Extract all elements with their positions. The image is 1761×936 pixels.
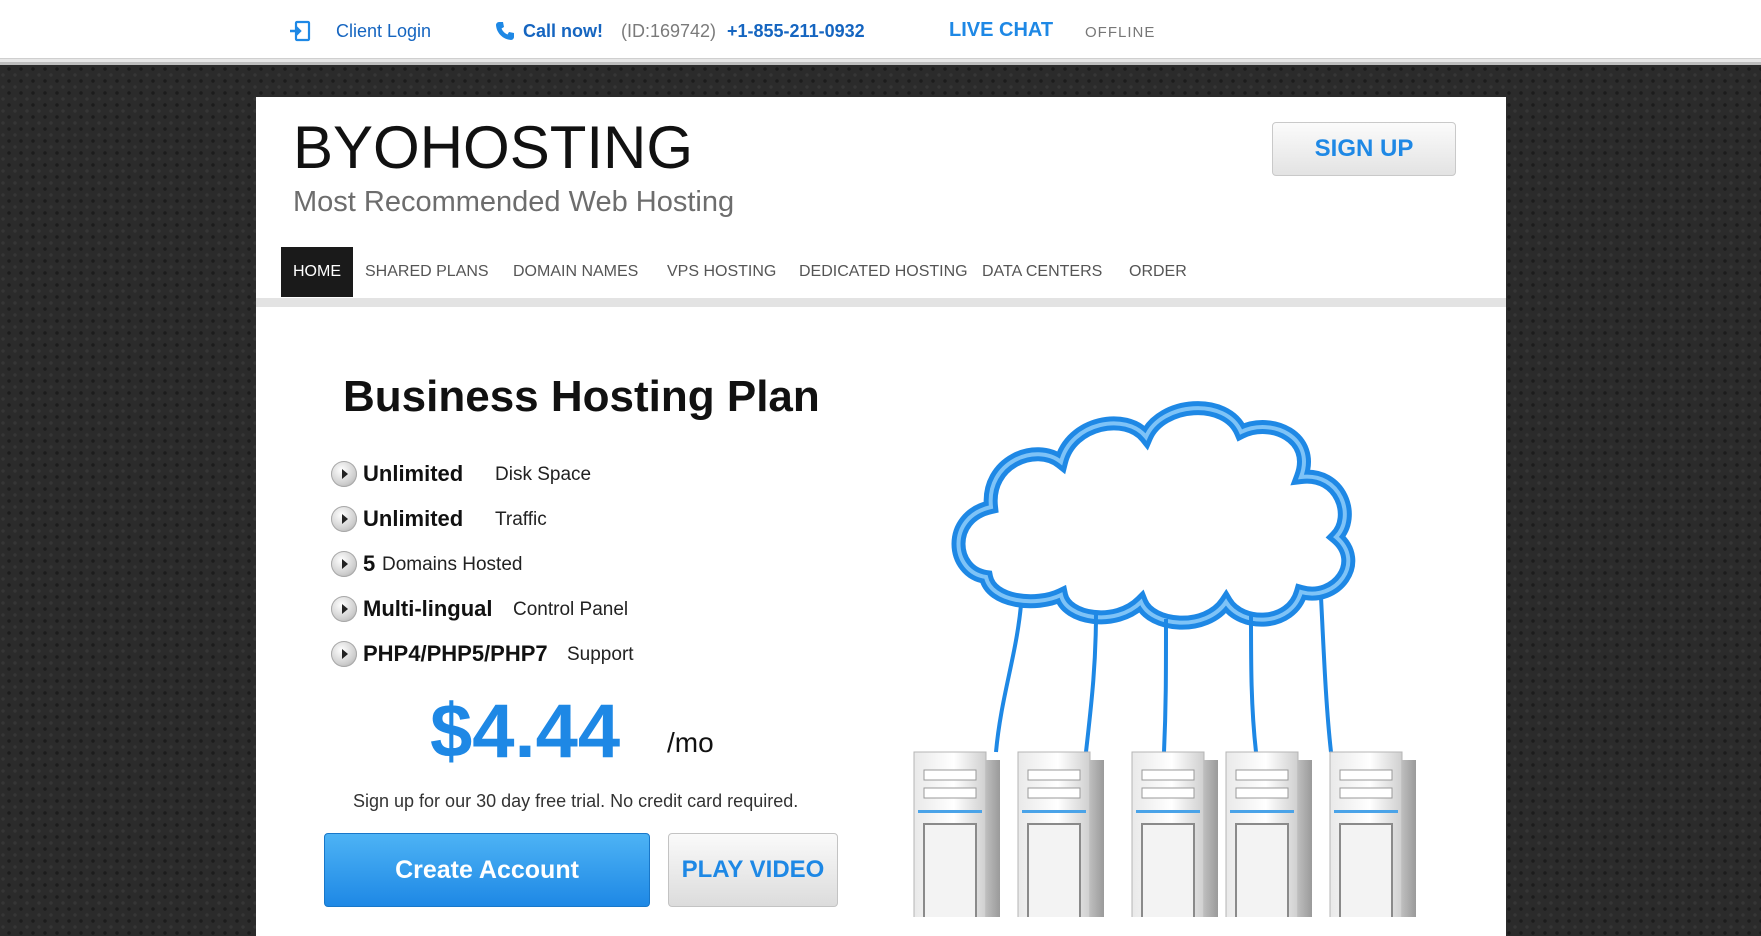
nav-item-vps-hosting[interactable]: VPS HOSTING [655, 247, 788, 297]
cloud-servers-illustration [913, 401, 1416, 917]
feature-strong: Multi-lingual [363, 596, 493, 621]
nav-item-order[interactable]: ORDER [1117, 247, 1199, 297]
play-video-button[interactable]: PLAY VIDEO [668, 833, 838, 907]
top-bar: Client Login Call now! (ID:169742) +1-85… [0, 0, 1761, 59]
phone-number-link[interactable]: +1-855-211-0932 [727, 20, 865, 42]
feature-text: Control Panel [513, 599, 629, 620]
feature-text: Disk Space [495, 464, 592, 485]
sign-up-button[interactable]: SIGN UP [1272, 122, 1456, 176]
client-login-link[interactable]: Client Login [336, 20, 431, 42]
chat-status-badge: OFFLINE [1085, 24, 1156, 41]
feature-strong: Unlimited [363, 461, 464, 486]
login-icon[interactable] [289, 20, 311, 42]
nav-item-data-centers[interactable]: DATA CENTERS [970, 247, 1114, 297]
play-bullet-icon [331, 461, 357, 487]
main-card: BYOHOSTING Most Recommended Web Hosting … [256, 97, 1506, 936]
feature-strong: PHP4/PHP5/PHP7 [363, 641, 548, 666]
create-account-button[interactable]: Create Account [324, 833, 650, 907]
feature-text: Support [567, 644, 634, 665]
play-bullet-icon [331, 506, 357, 532]
site-tagline: Most Recommended Web Hosting [293, 186, 735, 218]
nav-item-domain-names[interactable]: DOMAIN NAMES [501, 247, 650, 297]
phone-icon [496, 22, 514, 40]
plan-title: Business Hosting Plan [343, 372, 820, 421]
feature-text: Traffic [495, 509, 547, 530]
nav-item-shared-plans[interactable]: SHARED PLANS [353, 247, 501, 297]
call-id-label: (ID:169742) [621, 21, 717, 41]
play-bullet-icon [331, 641, 357, 667]
feature-strong: 5 [363, 551, 376, 576]
nav-divider [256, 298, 1506, 307]
price-period: /mo [667, 727, 714, 758]
feature-text: Domains Hosted [382, 554, 523, 575]
server-icons [913, 751, 1416, 917]
price: $4.44 [430, 689, 621, 774]
nav-item-home[interactable]: HOME [281, 247, 353, 297]
play-bullet-icon [331, 596, 357, 622]
trial-text: Sign up for our 30 day free trial. No cr… [353, 791, 799, 811]
call-now-label: Call now! [523, 21, 603, 41]
nav-item-dedicated-hosting[interactable]: DEDICATED HOSTING [787, 247, 980, 297]
play-bullet-icon [331, 551, 357, 577]
site-logo[interactable]: BYOHOSTING [293, 115, 693, 181]
live-chat-link[interactable]: LIVE CHAT [949, 19, 1053, 41]
feature-strong: Unlimited [363, 506, 464, 531]
cloud-icon [951, 401, 1356, 630]
